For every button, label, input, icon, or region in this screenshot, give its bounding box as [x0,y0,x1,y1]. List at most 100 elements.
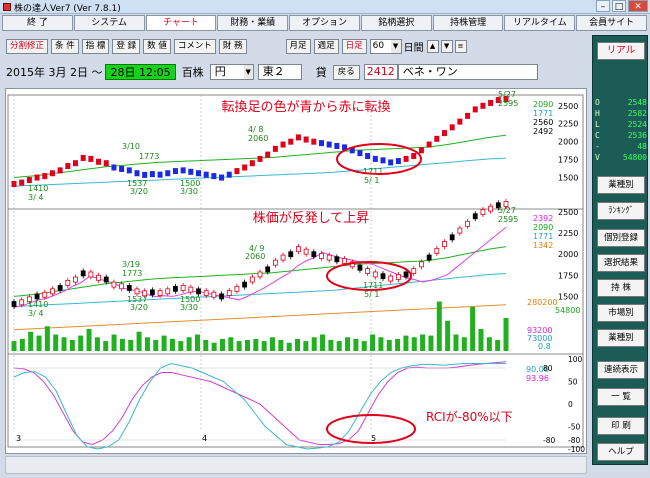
turnover-block [134,170,140,177]
annotation-label: 3/10 [122,142,140,151]
annotation-label: 5/27 [498,206,516,215]
panel-button-3[interactable]: 選択結果 [597,254,645,272]
toolbar-button-6[interactable]: 財 務 [218,38,247,54]
stock-code-input[interactable]: 2412 [363,64,398,80]
nav-button-2[interactable]: ≡ [454,39,467,53]
toolbar-button-2[interactable]: 指 標 [81,38,110,54]
panel-button-0[interactable]: 業種別 [597,176,645,194]
panel-action-3[interactable]: ヘルプ [597,443,645,461]
turnover-block [165,170,171,177]
menu-item-0[interactable]: 終 了 [2,15,73,31]
quote-value: 54800 [622,153,647,162]
turnover-block [211,173,217,180]
days-select[interactable]: 60 ▼ [369,38,402,54]
turnover-block [142,171,148,178]
month-label: 3 [16,434,21,443]
candle-body [226,290,232,296]
quote-key: O [595,98,600,107]
nav-button-0[interactable]: ▲ [426,39,439,53]
menu-item-6[interactable]: 持株管理 [432,15,504,31]
toolbar-button-4[interactable]: 数 値 [143,38,171,54]
volume-bar [403,335,409,351]
turnover-block [188,168,194,175]
turnover-block [326,141,332,148]
rci-axis-label: 100 [568,355,583,364]
turnover-block [226,171,232,178]
volume-bar [353,338,359,351]
panel-action-0[interactable]: 連続表示 [597,361,645,379]
panel-button-2[interactable]: 個別登録 [597,229,645,247]
toolbar-button-0[interactable]: 分割修正 [6,38,49,54]
menu-item-1[interactable]: システム [73,15,145,31]
maximize-icon[interactable]: □ [612,0,626,12]
minimize-icon[interactable]: – [596,0,610,12]
candle-body [180,285,186,291]
candle-body [319,252,324,259]
annotation-value: 5/ 1 [364,176,379,185]
volume-bar [261,341,267,351]
menu-item-7[interactable]: リアルタイム [504,15,576,31]
period-button-2[interactable]: 日足 [341,38,367,54]
menu-item-2[interactable]: チャート [145,15,217,31]
mid-axis-label: 2000 [558,250,578,259]
menu-item-8[interactable]: 会員サイト [576,15,648,31]
panel-button-6[interactable]: 業種別 [597,329,645,347]
menu-item-3[interactable]: 財務・業績 [217,15,289,31]
panel-action-1[interactable]: 一 覧 [597,388,645,406]
volume-bar [320,334,326,351]
menu-item-4[interactable]: オプション [289,15,360,31]
quote-row: V 54800 [595,153,647,164]
volume-bar [119,338,125,351]
turnover-block [365,153,371,160]
volume-bar [144,337,150,351]
annotation-value: 1773 [139,152,159,161]
ma-teal-line-top [13,157,507,187]
panel-action-2[interactable]: 印 刷 [597,417,645,435]
annotation-label: 1410 [28,184,48,193]
volume-bar [169,338,175,351]
volume-bar [36,335,42,351]
panel-button-4[interactable]: 持 株 [597,279,645,297]
volume-bar [278,340,284,351]
period-button-1[interactable]: 週足 [313,38,339,54]
annotation-value: 3/ 4 [28,309,43,318]
panel-button-5[interactable]: 市場別 [597,304,645,322]
currency-select[interactable]: 円 ▼ [209,64,254,80]
volume-bar [445,320,451,351]
annotation-value: 2060 [248,134,268,143]
candle-body [372,271,378,278]
annotation-value: 3/20 [130,303,148,312]
quote-row: - 48 [595,142,647,153]
turnover-block [426,141,432,148]
top-axis-label: 1750 [558,156,578,165]
back-button[interactable]: 戻る [332,64,360,80]
mid-axis-label: 2500 [558,208,578,217]
candle-body [334,256,340,263]
mid-axis-label: 2250 [558,229,578,238]
candle-body [265,266,271,273]
turnover-block [196,170,201,177]
turnover-block [172,168,178,175]
chart-svg: 2500 2250 2000 1750 1500 2500 2250 2000 1750 1500… [7,90,585,454]
rci-pink-line [13,361,507,446]
date-end[interactable]: 28日 12:05 [105,64,176,80]
close-icon[interactable]: ✕ [628,0,648,12]
mid-ma-value: 2090 [533,223,553,232]
toolbar-button-1[interactable]: 条 件 [51,38,79,54]
nav-button-1[interactable]: ▼ [440,39,453,53]
period-button-0[interactable]: 月足 [285,38,311,54]
candle-body [457,227,463,234]
real-button[interactable]: リアル [597,42,645,60]
turnover-block [288,138,294,145]
toolbar-button-5[interactable]: コメント [173,38,216,54]
turnover-block [42,173,48,180]
mid-ma-value: 2392 [533,214,553,223]
turnover-block [372,155,378,162]
volume-bar [219,338,225,351]
candle-body [442,241,447,247]
chart-area[interactable]: 2500 2250 2000 1750 1500 2500 2250 2000 1750 1500… [5,88,587,454]
toolbar-button-3[interactable]: 登 録 [112,38,141,54]
panel-button-1[interactable]: ﾗﾝｷﾝｸﾞ [597,202,645,220]
menu-item-5[interactable]: 銘柄選択 [360,15,432,31]
candle-body [50,288,55,295]
